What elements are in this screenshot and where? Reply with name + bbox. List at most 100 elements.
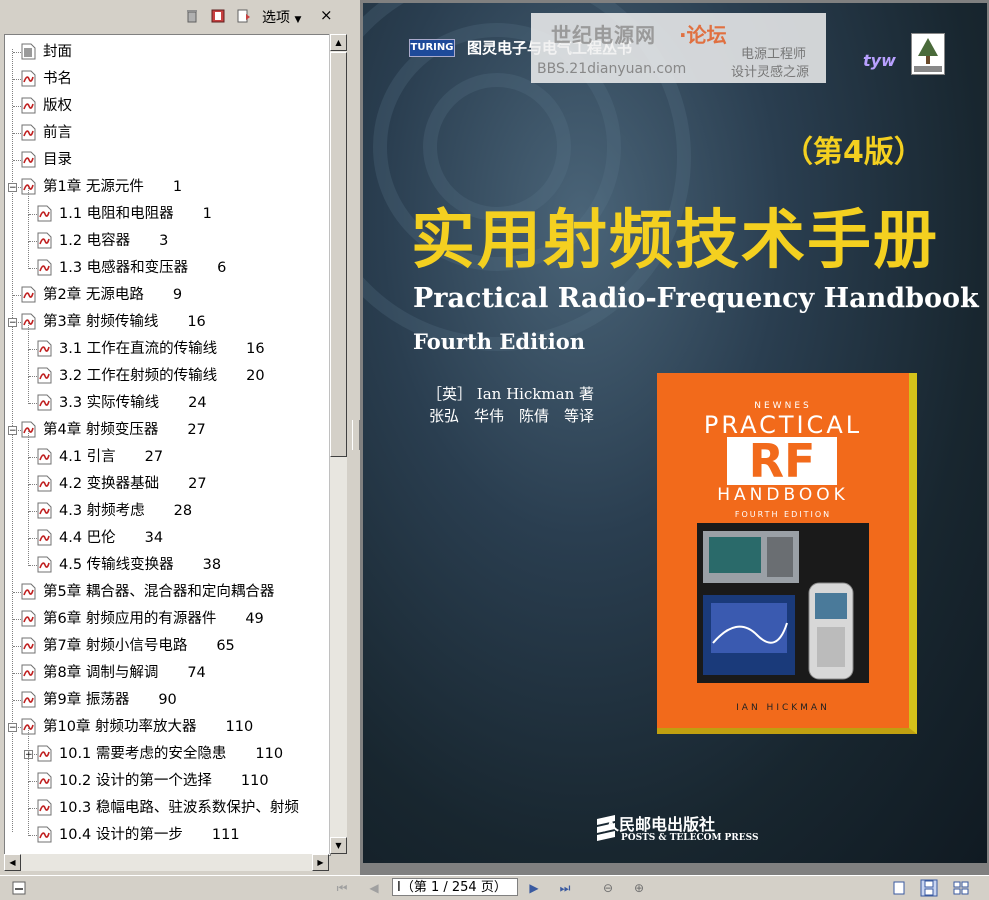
bookmark-item[interactable]: 前言 — [5, 120, 330, 147]
collapse-icon[interactable]: − — [8, 183, 17, 193]
pdf-bookmark-icon — [37, 556, 52, 573]
pdf-bookmark-icon — [21, 610, 36, 627]
bookmark-label: 10.3 稳幅电路、驻波系数保护、射频 — [59, 800, 299, 816]
bookmark-item[interactable]: 3.3 实际传输线 24 — [5, 377, 330, 417]
bookmark-item[interactable]: 第5章 耦合器、混合器和定向耦合器 — [5, 579, 330, 606]
previous-page-button[interactable]: ◀ — [364, 879, 384, 897]
pdf-bookmark-icon — [21, 97, 36, 114]
scroll-left-button[interactable]: ◀ — [4, 854, 21, 871]
bookmark-label: 版权 — [43, 98, 72, 114]
pdf-bookmark-icon — [37, 772, 52, 789]
collapse-icon[interactable]: − — [8, 426, 17, 436]
bookmark-label: 目录 — [43, 152, 72, 168]
bookmark-item[interactable]: 4.3 射频考虑 28 — [5, 485, 330, 525]
panel-splitter[interactable] — [350, 0, 360, 875]
pdf-bookmark-icon — [37, 799, 52, 816]
vertical-scrollbar[interactable]: ▲ ▼ — [329, 34, 347, 854]
bookmark-label: 封面 — [43, 44, 72, 60]
bookmark-label: 4.5 传输线变换器 38 — [59, 557, 222, 573]
tree-line-vertical — [28, 215, 29, 242]
panel-toggle-icon[interactable] — [10, 879, 28, 897]
document-viewer[interactable]: TURING 图灵电子与电气工程丛书 世纪电源网 ·论坛 BBS.21diany… — [360, 0, 989, 875]
bookmark-item[interactable]: 版权 — [5, 93, 330, 120]
bookmark-item[interactable]: 第2章 无源电路 9 — [5, 282, 330, 309]
scroll-up-button[interactable]: ▲ — [330, 34, 347, 51]
edition-label: （第4版） — [783, 135, 924, 170]
inner-book-author: IAN HICKMAN — [736, 703, 830, 713]
bookmark-label: 1.3 电感器和变压器 6 — [59, 260, 227, 276]
next-view-button[interactable]: ⊕ — [629, 879, 649, 897]
splitter-grip[interactable] — [352, 420, 360, 450]
bookmark-item[interactable]: 书名 — [5, 66, 330, 93]
bookmark-item[interactable]: 4.1 引言 27 — [5, 431, 330, 471]
bookmark-item[interactable]: − 第10章 射频功率放大器 110 — [5, 714, 330, 741]
inner-book-rf: RF — [727, 437, 837, 485]
bookmark-item[interactable]: 10.2 设计的第一个选择 110 — [5, 755, 330, 795]
bookmark-label: 4.1 引言 27 — [59, 449, 164, 465]
bookmark-label: 10.4 设计的第一步 111 — [59, 827, 240, 843]
bookmark-label: 第5章 耦合器、混合器和定向耦合器 — [43, 584, 275, 600]
bookmark-item[interactable]: − 第4章 射频变压器 27 — [5, 417, 330, 444]
bookmarks-toolbar: 选项 ▼ × — [0, 0, 350, 34]
bookmark-item[interactable]: 4.2 变换器基础 27 — [5, 458, 330, 498]
bookmark-label: 第6章 射频应用的有源器件 49 — [43, 611, 264, 627]
inner-book-publisher: NEWNES — [754, 401, 812, 411]
bookmark-item[interactable]: 10.4 设计的第一步 111 — [5, 809, 330, 849]
book-title-en: Practical Radio-Frequency Handbook — [413, 283, 979, 314]
continuous-view-icon[interactable] — [920, 879, 938, 897]
bookmark-item[interactable]: 第7章 射频小信号电路 65 — [5, 633, 330, 660]
options-menu-button[interactable]: 选项 ▼ — [262, 7, 301, 27]
first-page-button[interactable]: ⏮ — [332, 879, 352, 897]
bookmark-item[interactable]: 封面 — [5, 39, 330, 66]
page-thumbnail-icon — [21, 43, 36, 60]
tree-line-vertical — [28, 809, 29, 836]
single-page-view-icon[interactable] — [890, 879, 908, 897]
horizontal-scrollbar[interactable]: ◀ ▶ — [4, 854, 329, 871]
bookmark-item[interactable]: 1.1 电阻和电阻器 1 — [5, 188, 330, 228]
collapse-icon[interactable]: − — [8, 318, 17, 328]
watermark-url: BBS.21dianyuan.com — [537, 61, 687, 77]
page-number-field[interactable]: I（第 1 / 254 页） — [392, 878, 518, 896]
bookmark-item[interactable]: 目录 — [5, 147, 330, 174]
close-panel-button[interactable]: × — [320, 6, 333, 24]
forum-watermark: 世纪电源网 ·论坛 BBS.21dianyuan.com 电源工程师 设计灵感之… — [531, 13, 826, 83]
collapse-icon[interactable]: − — [8, 723, 17, 733]
bookmark-label: 1.1 电阻和电阻器 1 — [59, 206, 212, 222]
pdf-bookmark-icon — [37, 259, 52, 276]
pdf-bookmark-icon — [21, 151, 36, 168]
bookmark-item[interactable]: 3.1 工作在直流的传输线 16 — [5, 323, 330, 363]
tree-line-vertical — [28, 539, 29, 566]
last-page-button[interactable]: ⏭ — [555, 879, 575, 897]
next-page-button[interactable]: ▶ — [524, 879, 544, 897]
bookmark-item[interactable]: − 第1章 无源元件 1 — [5, 174, 330, 201]
watermark-title: 世纪电源网 — [551, 23, 656, 47]
bookmark-item[interactable]: 1.2 电容器 3 — [5, 215, 330, 255]
bookmark-item[interactable]: 4.4 巴伦 34 — [5, 512, 330, 552]
bookmark-label: 1.2 电容器 3 — [59, 233, 169, 249]
bookmark-item[interactable]: 10.3 稳幅电路、驻波系数保护、射频 — [5, 782, 330, 822]
trash-icon[interactable] — [184, 8, 200, 24]
previous-view-button[interactable]: ⊖ — [598, 879, 618, 897]
tree-line-vertical — [28, 485, 29, 512]
vertical-scroll-thumb[interactable] — [330, 52, 347, 457]
pdf-bookmark-icon — [37, 448, 52, 465]
bookmark-item[interactable]: +10.1 需要考虑的安全隐患 110 — [5, 728, 330, 768]
bookmark-label: 3.1 工作在直流的传输线 16 — [59, 341, 265, 357]
bookmark-item[interactable]: 1.3 电感器和变压器 6 — [5, 242, 330, 282]
bookmark-item[interactable]: 4.5 传输线变换器 38 — [5, 539, 330, 579]
bookmark-item[interactable]: 第8章 调制与解调 74 — [5, 660, 330, 687]
bookmark-label: 第4章 射频变压器 27 — [43, 422, 206, 438]
pdf-bookmark-icon — [21, 286, 36, 303]
scroll-down-button[interactable]: ▼ — [330, 837, 347, 854]
bookmark-item[interactable]: − 第3章 射频传输线 16 — [5, 309, 330, 336]
bookmark-item[interactable]: 第6章 射频应用的有源器件 49 — [5, 606, 330, 633]
scroll-right-button[interactable]: ▶ — [312, 854, 329, 871]
pdf-bookmark-icon — [37, 475, 52, 492]
tyw-mark: tyw — [863, 51, 896, 70]
tree-line-vertical — [28, 350, 29, 377]
bookmark-item[interactable]: 第9章 振荡器 90 — [5, 687, 330, 714]
facing-view-icon[interactable] — [952, 879, 970, 897]
bookmark-item[interactable]: 3.2 工作在射频的传输线 20 — [5, 350, 330, 390]
bookmark-from-structure-icon[interactable] — [236, 8, 252, 24]
new-bookmark-icon[interactable] — [210, 8, 226, 24]
